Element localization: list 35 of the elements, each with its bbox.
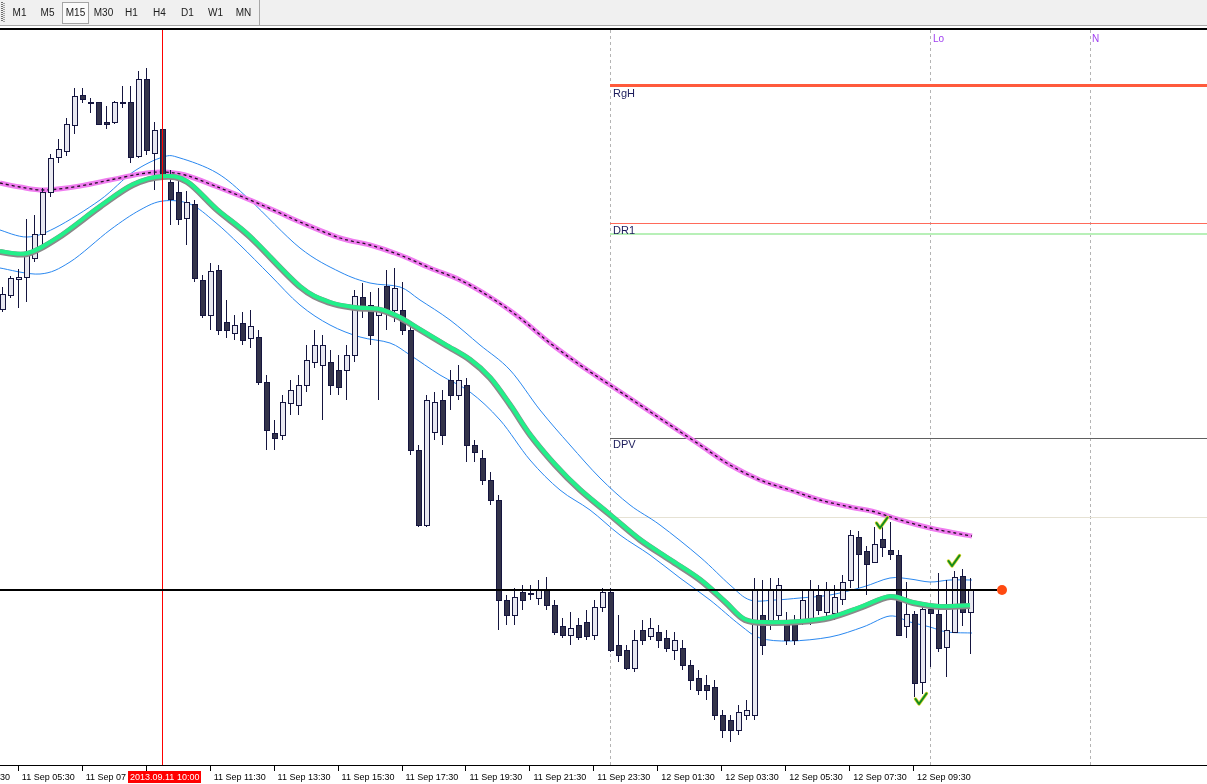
- check-icon: [946, 553, 962, 568]
- time-label: 11 Sep 07: [85, 772, 127, 783]
- cursor-time-label: 2013.09.11 10:00: [128, 771, 202, 783]
- time-label: 12 Sep 01:30: [661, 772, 715, 783]
- time-label: 11 Sep 11:30: [213, 772, 266, 783]
- time-label: 30: [0, 772, 10, 783]
- check-icon: [913, 691, 929, 706]
- time-label: 12 Sep 07:30: [853, 772, 907, 783]
- level-label: DR1: [613, 223, 635, 237]
- time-label: 11 Sep 15:30: [341, 772, 395, 783]
- time-label: 12 Sep 03:30: [725, 772, 779, 783]
- timeframe-button[interactable]: H4: [146, 1, 173, 24]
- timeframe-button[interactable]: M5: [34, 1, 61, 24]
- timeframe-button[interactable]: M30: [90, 1, 117, 24]
- timeframe-button[interactable]: MN: [230, 1, 257, 24]
- period-label: Lo: [933, 33, 945, 45]
- timeframe-button[interactable]: M15: [62, 1, 89, 24]
- time-label: 11 Sep 17:30: [405, 772, 459, 783]
- time-label: 12 Sep 09:30: [917, 772, 971, 783]
- time-label: 11 Sep 05:30: [21, 772, 75, 783]
- time-label: 11 Sep 19:30: [469, 772, 523, 783]
- timeframe-button[interactable]: W1: [202, 1, 229, 24]
- timeframe-button[interactable]: D1: [174, 1, 201, 24]
- drag-handle-icon[interactable]: [1, 2, 5, 23]
- time-label: 11 Sep 21:30: [533, 772, 587, 783]
- period-label: N: [1092, 33, 1100, 45]
- check-icon: [874, 515, 890, 530]
- timeframe-button[interactable]: H1: [118, 1, 145, 24]
- timeframe-button[interactable]: M1: [6, 1, 33, 24]
- time-label: 11 Sep 23:30: [597, 772, 651, 783]
- level-label: RgH: [613, 86, 635, 100]
- time-label: 11 Sep 13:30: [277, 772, 331, 783]
- level-label: DPV: [613, 437, 636, 451]
- time-label: 12 Sep 05:30: [789, 772, 843, 783]
- dot-icon: [997, 585, 1007, 595]
